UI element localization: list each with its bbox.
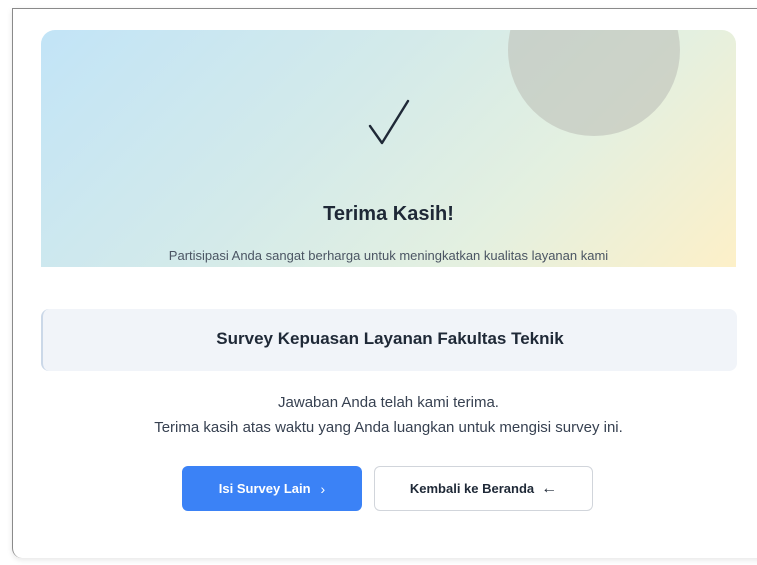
thanks-message: Terima kasih atas waktu yang Anda luangk… xyxy=(154,419,623,436)
fill-other-survey-label: Isi Survey Lain xyxy=(218,481,311,496)
chevron-right-icon: › xyxy=(320,480,326,497)
confirmation-message: Jawaban Anda telah kami terima. xyxy=(278,394,499,411)
arrow-left-icon: ← xyxy=(541,479,558,497)
hero-title: Terima Kasih! xyxy=(323,203,454,225)
checkmark-icon xyxy=(368,99,410,145)
hero-banner: Terima Kasih! Partisipasi Anda sangat be… xyxy=(41,30,736,267)
survey-name-box: Survey Kepuasan Layanan Fakultas Teknik xyxy=(41,309,737,371)
hero-subtitle: Partisipasi Anda sangat berharga untuk m… xyxy=(168,248,609,263)
fill-other-survey-button[interactable]: Isi Survey Lain › xyxy=(182,466,362,511)
survey-title: Survey Kepuasan Layanan Fakultas Teknik xyxy=(216,329,564,348)
back-to-home-button[interactable]: Kembali ke Beranda ← xyxy=(374,466,593,511)
decorative-circle xyxy=(508,30,680,136)
back-to-home-label: Kembali ke Beranda xyxy=(409,481,535,496)
